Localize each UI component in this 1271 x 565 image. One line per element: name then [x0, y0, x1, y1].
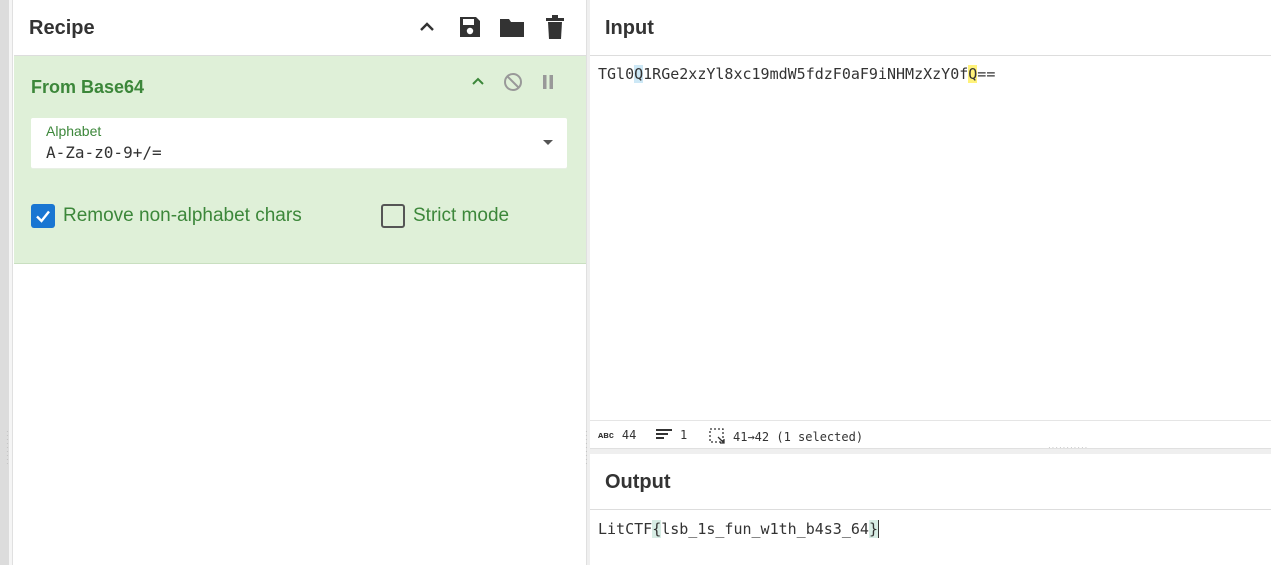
input-text-end: == [977, 65, 996, 83]
disable-icon[interactable] [502, 71, 524, 93]
dropdown-arrow-icon [543, 140, 553, 145]
chevron-up-icon[interactable] [414, 14, 440, 40]
input-status-bar: ᴀʙᴄ 44 1 41→42 (1 selected) [590, 420, 1271, 448]
collapse-chevron-icon[interactable] [467, 71, 489, 93]
selection-value: 41→42 (1 selected) [733, 430, 864, 444]
output-title: Output [605, 471, 671, 493]
checkbox-checked-icon[interactable] [31, 204, 55, 228]
checkbox-unchecked-icon[interactable] [381, 204, 405, 228]
left-gutter [0, 0, 9, 565]
lines-icon [656, 428, 672, 442]
input-text-start: TGl0 [598, 65, 635, 83]
operation-title: From Base64 [31, 77, 145, 97]
output-panel: Output LitCTF{lsb_1s_fun_w1th_b4s3_64} [590, 454, 1271, 565]
input-highlight-selection: Q [968, 65, 978, 83]
save-icon[interactable] [457, 14, 483, 40]
input-title: Input [605, 17, 654, 39]
selection-icon [709, 428, 725, 446]
horizontal-grip[interactable]: ··········· [1048, 444, 1088, 452]
operation-card-from-base64: From Base64 Alphabet A-Za-z0-9+/= Remove… [14, 56, 586, 264]
recipe-header: Recipe [14, 0, 586, 56]
alphabet-select[interactable]: Alphabet A-Za-z0-9+/= [31, 118, 567, 168]
line-count-value: 1 [680, 428, 688, 442]
input-header: Input [590, 0, 1271, 56]
line-count: 1 [656, 428, 687, 442]
text-cursor [877, 520, 879, 538]
splitter-grip[interactable]: · · · · · · · · · [585, 428, 588, 468]
trash-icon[interactable] [542, 14, 568, 40]
remove-nonalphabet-label: Remove non-alphabet chars [63, 205, 302, 226]
abc-icon: ᴀʙᴄ [598, 430, 614, 440]
strict-mode-checkbox[interactable]: Strict mode [381, 204, 509, 228]
alphabet-label: Alphabet [46, 123, 102, 139]
input-textarea[interactable]: TGl0Q1RGe2xzYl8xc19mdW5fdzF0aF9iNHMzXzY0… [598, 65, 995, 83]
input-highlight-match: Q [634, 65, 644, 83]
recipe-title: Recipe [29, 17, 95, 39]
selection-info: 41→42 (1 selected) [709, 428, 863, 446]
output-header: Output [590, 454, 1271, 510]
remove-nonalphabet-checkbox[interactable]: Remove non-alphabet chars [31, 204, 302, 228]
output-brace-open: { [652, 520, 662, 538]
alphabet-value: A-Za-z0-9+/= [46, 143, 162, 162]
input-panel: Input TGl0Q1RGe2xzYl8xc19mdW5fdzF0aF9iNH… [590, 0, 1271, 448]
left-resize-grip[interactable]: · · · · · · · · · [6, 428, 9, 468]
recipe-panel: Recipe From Base64 Alphabet A-Za-z0-9+/= [14, 0, 586, 565]
char-count: ᴀʙᴄ 44 [598, 428, 636, 442]
left-gutter-border: · · · · · · · · · [6, 0, 13, 565]
char-count-value: 44 [621, 428, 637, 442]
strict-mode-label: Strict mode [413, 205, 510, 226]
output-brace-close: } [868, 520, 878, 538]
folder-icon[interactable] [499, 14, 525, 40]
output-textarea[interactable]: LitCTF{lsb_1s_fun_w1th_b4s3_64} [598, 520, 879, 538]
input-text-middle: 1RGe2xzYl8xc19mdW5fdzF0aF9iNHMzXzY0f [643, 65, 969, 83]
output-text-start: LitCTF [598, 520, 653, 538]
output-text-middle: lsb_1s_fun_w1th_b4s3_64 [661, 520, 869, 538]
pause-icon[interactable] [537, 71, 559, 93]
